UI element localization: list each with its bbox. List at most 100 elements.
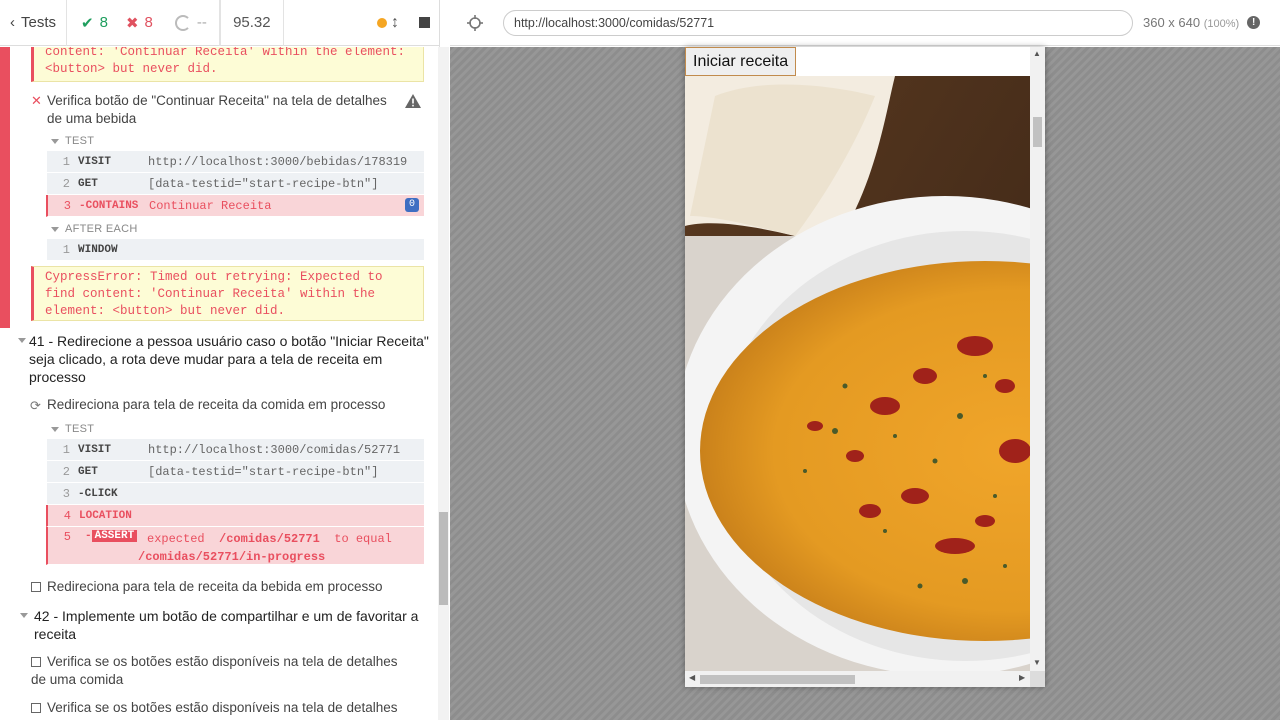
collapse-triangle-icon <box>51 426 59 432</box>
passed-count-value: 8 <box>99 14 108 31</box>
section-test-text: TEST <box>65 423 95 435</box>
iframe-vertical-scrollbar[interactable]: ▲ ▼ <box>1030 47 1045 671</box>
command-name: GET <box>78 177 98 190</box>
scroll-down-icon[interactable]: ▼ <box>1033 658 1041 667</box>
run-controls: ↕ <box>284 0 439 46</box>
scroll-right-icon[interactable]: ▶ <box>1019 673 1025 682</box>
reporter-scrollbar[interactable] <box>438 47 449 720</box>
section-after-text: AFTER EACH <box>65 223 138 235</box>
assert-expected: /comidas/52771/in-progress <box>138 550 326 564</box>
section-after-each-label[interactable]: AFTER EACH <box>51 223 138 235</box>
iframe-horizontal-scrollbar[interactable]: ◀ ▶ <box>685 671 1030 687</box>
aut-url-text: http://localhost:3000/comidas/52771 <box>514 15 715 30</box>
command-name: VISIT <box>78 443 112 456</box>
autoscroll-arrows-icon: ↕ <box>391 13 399 31</box>
error-text: CypressError: Timed out retrying: Expect… <box>45 270 383 318</box>
pending-checkbox-icon <box>31 657 41 668</box>
command-row-assert[interactable]: 5 - ASSERT expected /comidas/52771 to equ… <box>46 527 424 565</box>
section-test-text: TEST <box>65 135 95 147</box>
start-recipe-button[interactable]: Iniciar receita <box>685 47 797 76</box>
assert-actual: /comidas/52771 <box>219 532 320 546</box>
failed-suite-bar <box>0 47 10 328</box>
assert-word-expected: expected <box>147 532 205 546</box>
collapse-triangle-icon <box>51 226 59 232</box>
test-title-pending[interactable]: Verifica se os botões estão disponíveis … <box>31 699 411 717</box>
command-row[interactable]: 1 VISIT http://localhost:3000/bebidas/17… <box>47 151 424 173</box>
error-message[interactable]: CypressError: Timed out retrying: Expect… <box>31 266 424 321</box>
suite-title-42[interactable]: 42 - Implemente um botão de compartilhar… <box>34 607 429 643</box>
assert-word-equal: to equal <box>334 532 392 546</box>
selector-playground-icon[interactable] <box>467 14 483 31</box>
command-message: [data-testid="start-recipe-btn"] <box>148 464 379 479</box>
section-test-label[interactable]: TEST <box>51 135 94 147</box>
command-name: -CLICK <box>78 487 118 500</box>
assert-tag: ASSERT <box>91 530 138 542</box>
suite-collapse-icon[interactable] <box>18 338 26 343</box>
test-title-pending[interactable]: Verifica se os botões estão disponíveis … <box>31 653 411 689</box>
element-count-badge: 0 <box>404 198 419 212</box>
reporter-stats-bar: ‹ Tests ✔ 8 ✖ 8 -- 95.32 ↕ <box>0 0 439 46</box>
runnable-list: content: 'Continuar Receita' within the … <box>0 47 438 720</box>
command-message: http://localhost:3000/comidas/52771 <box>148 442 401 457</box>
error-message-top[interactable]: content: 'Continuar Receita' within the … <box>31 47 424 82</box>
command-name: LOCATION <box>79 509 132 522</box>
warning-icon[interactable] <box>404 93 422 109</box>
recipe-photo <box>685 76 1030 671</box>
status-dot-icon <box>377 17 387 28</box>
command-number: 5 <box>63 530 71 544</box>
suite-collapse-icon[interactable] <box>20 613 28 618</box>
test-title-pending-text: Verifica se os botões estão disponíveis … <box>31 654 398 687</box>
aut-url-bar[interactable]: http://localhost:3000/comidas/52771 <box>503 9 1133 36</box>
command-row-location[interactable]: 4 LOCATION <box>46 505 424 527</box>
command-name: - ASSERT <box>71 530 149 542</box>
collapse-triangle-icon <box>51 138 59 144</box>
command-row-failed[interactable]: 3 -CONTAINS Continuar Receita 0 <box>46 195 424 217</box>
test-title-running[interactable]: Redireciona para tela de receita da comi… <box>47 396 385 414</box>
reporter-scroll-thumb[interactable] <box>439 512 448 605</box>
command-name: WINDOW <box>78 243 118 256</box>
passed-count[interactable]: ✔ 8 <box>67 0 114 46</box>
scroll-left-icon[interactable]: ◀ <box>689 673 695 682</box>
iframe-vertical-thumb[interactable] <box>1033 117 1042 147</box>
command-number: 4 <box>63 508 71 523</box>
chevron-left-icon: ‹ <box>10 14 15 31</box>
scroll-up-icon[interactable]: ▲ <box>1033 49 1041 58</box>
command-number: 2 <box>62 176 70 191</box>
command-name: VISIT <box>78 155 112 168</box>
spinner-icon <box>174 14 191 31</box>
cross-icon: ✖ <box>125 14 139 32</box>
pending-count-value: -- <box>196 14 207 31</box>
test-title-pending-text: Verifica se os botões estão disponíveis … <box>47 700 398 715</box>
info-icon[interactable]: ! <box>1247 16 1261 29</box>
section-test-label[interactable]: TEST <box>51 423 94 435</box>
command-row[interactable]: 2 GET [data-testid="start-recipe-btn"] <box>47 173 424 195</box>
viewport-scale: (100%) <box>1203 18 1240 30</box>
failed-count[interactable]: ✖ 8 <box>114 0 163 46</box>
autoscroll-toggle[interactable]: ↕ <box>377 14 399 32</box>
command-row[interactable]: 3 -CLICK <box>47 483 424 505</box>
command-row[interactable]: 1 VISIT http://localhost:3000/comidas/52… <box>47 439 424 461</box>
pending-count[interactable]: -- <box>163 0 220 46</box>
command-message: Continuar Receita <box>149 198 272 213</box>
iframe-horizontal-thumb[interactable] <box>700 675 855 684</box>
viewport-info: 360 x 640 (100%) <box>1143 15 1239 30</box>
command-row[interactable]: 1 WINDOW <box>47 239 424 261</box>
reporter-panel: ‹ Tests ✔ 8 ✖ 8 -- 95.32 ↕ content: 'Con… <box>0 0 440 720</box>
command-name: GET <box>78 465 98 478</box>
scrollbar-corner <box>1030 671 1045 687</box>
command-name: -CONTAINS <box>79 199 139 212</box>
test-title-continuar[interactable]: Verifica botão de "Continuar Receita" na… <box>47 92 392 128</box>
command-row[interactable]: 2 GET [data-testid="start-recipe-btn"] <box>47 461 424 483</box>
check-icon: ✔ <box>81 14 94 32</box>
test-title-pending[interactable]: Redireciona para tela de receita da bebi… <box>31 578 382 596</box>
error-text-top: content: 'Continuar Receita' within the … <box>45 47 406 76</box>
stop-icon[interactable] <box>419 17 430 28</box>
command-message: expected /comidas/52771 to equal /comida… <box>138 530 417 566</box>
run-duration: 95.32 <box>219 0 284 46</box>
command-number: 2 <box>62 464 70 479</box>
tests-back-button[interactable]: ‹ Tests <box>0 0 68 46</box>
command-message: [data-testid="start-recipe-btn"] <box>148 176 379 191</box>
aut-header: http://localhost:3000/comidas/52771 360 … <box>450 0 1280 46</box>
command-number: 1 <box>62 154 70 169</box>
suite-title-41[interactable]: 41 - Redirecione a pessoa usuário caso o… <box>29 332 429 386</box>
